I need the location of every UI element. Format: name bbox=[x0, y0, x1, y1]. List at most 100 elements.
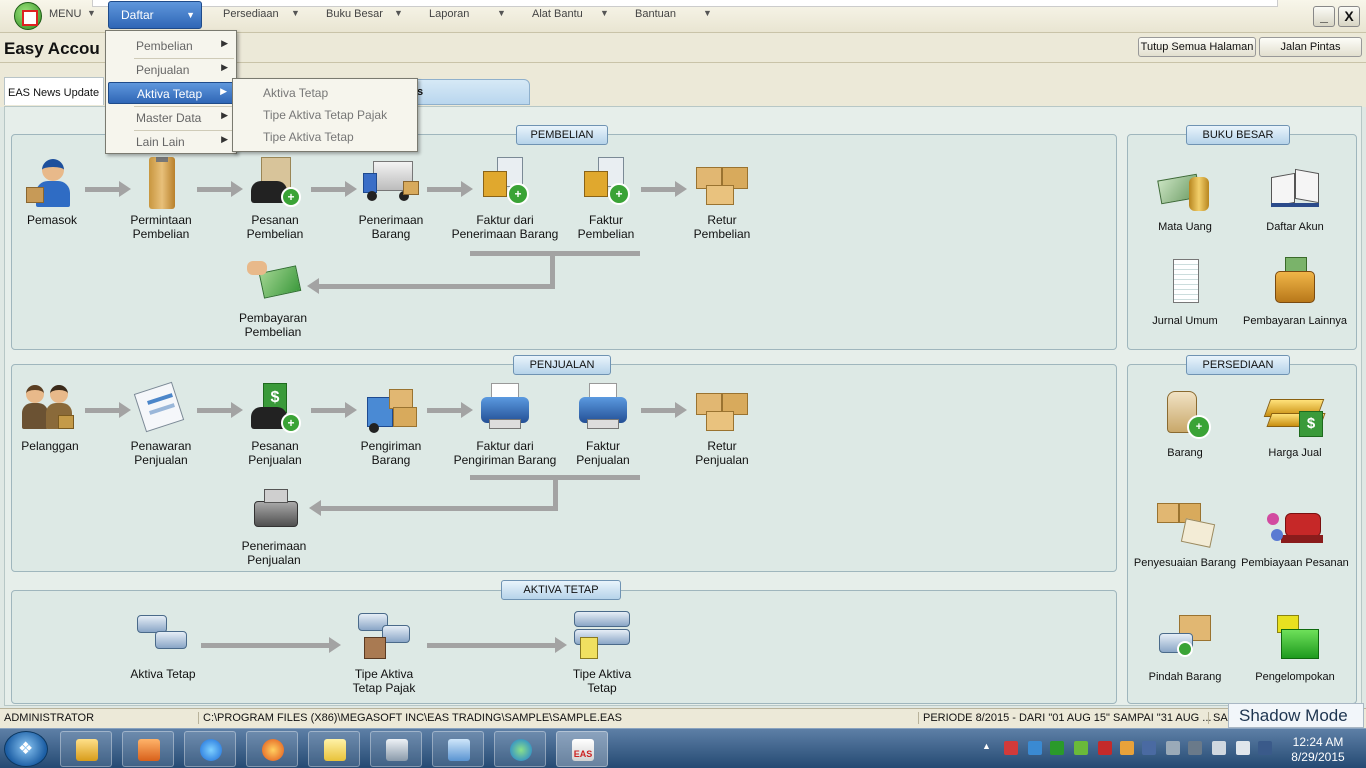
node-retur-pembelian[interactable]: Retur Pembelian bbox=[657, 157, 787, 241]
item-label: Pembiayaan Pesanan bbox=[1241, 557, 1349, 569]
close-button[interactable]: X bbox=[1338, 6, 1360, 27]
node-retur-penjualan[interactable]: Retur Penjualan bbox=[657, 383, 787, 467]
submenu-item-aktiva-tetap[interactable]: Aktiva Tetap bbox=[263, 86, 328, 100]
taskbar-notes-icon[interactable] bbox=[308, 731, 360, 767]
adjust-boxes-icon bbox=[1157, 499, 1216, 551]
dropdown-item-pembelian[interactable]: Pembelian ▶ bbox=[108, 35, 234, 57]
item-pembayaran-lainnya[interactable]: Pembayaran Lainnya bbox=[1239, 257, 1351, 327]
tray-sync-icon[interactable] bbox=[1258, 741, 1272, 755]
item-pindah-barang[interactable]: Pindah Barang bbox=[1129, 613, 1241, 683]
printer-icon bbox=[477, 383, 533, 435]
node-tipe-aktiva-tetap[interactable]: Tipe Aktiva Tetap bbox=[537, 611, 667, 695]
tray-drive-icon[interactable] bbox=[1188, 741, 1202, 755]
taskbar-firefox-icon[interactable] bbox=[246, 731, 298, 767]
node-pesanan-pembelian[interactable]: + Pesanan Pembelian bbox=[210, 157, 340, 241]
taskbar-clock[interactable]: 12:24 AM 8/29/2015 bbox=[1284, 735, 1352, 765]
item-mata-uang[interactable]: Mata Uang bbox=[1129, 163, 1241, 233]
taskbar-explorer-icon[interactable] bbox=[60, 731, 112, 767]
taskbar-ie-icon[interactable] bbox=[184, 731, 236, 767]
invoice-calculator-icon: + bbox=[477, 157, 533, 209]
node-label: Retur Pembelian bbox=[693, 213, 751, 241]
taskbar-remote-desktop-icon[interactable] bbox=[370, 731, 422, 767]
chevron-down-icon[interactable]: ▼ bbox=[497, 8, 506, 18]
tray-volume-icon[interactable] bbox=[1236, 741, 1250, 755]
node-tipe-aktiva-tetap-pajak[interactable]: Tipe Aktiva Tetap Pajak bbox=[319, 611, 449, 695]
item-pembiayaan-pesanan[interactable]: Pembiayaan Pesanan bbox=[1239, 499, 1351, 569]
chevron-down-icon[interactable]: ▼ bbox=[87, 8, 96, 18]
chevron-right-icon: ▶ bbox=[221, 62, 228, 72]
chevron-down-icon[interactable]: ▼ bbox=[394, 8, 403, 18]
chevron-down-icon[interactable]: ▼ bbox=[600, 8, 609, 18]
node-permintaan-pembelian[interactable]: Permintaan Pembelian bbox=[96, 157, 226, 241]
chevron-down-icon[interactable]: ▼ bbox=[703, 8, 712, 18]
menu-laporan[interactable]: Laporan bbox=[429, 8, 469, 20]
node-pengiriman-barang[interactable]: Pengiriman Barang bbox=[326, 383, 456, 467]
close-all-pages-button[interactable]: Tutup Semua Halaman bbox=[1138, 37, 1256, 57]
app-logo-icon[interactable] bbox=[14, 2, 42, 30]
item-penyesuaian-barang[interactable]: Penyesuaian Barang bbox=[1129, 499, 1241, 569]
dropdown-item-label: Pembelian bbox=[136, 39, 193, 53]
dropdown-item-aktiva-tetap[interactable]: Aktiva Tetap ▶ bbox=[108, 82, 234, 104]
dropdown-item-label: Penjualan bbox=[136, 63, 190, 77]
taskbar-app-icon[interactable] bbox=[432, 731, 484, 767]
menu-persediaan[interactable]: Persediaan bbox=[223, 8, 279, 20]
tray-audio-app-icon[interactable] bbox=[1120, 741, 1134, 755]
taskbar-globe-icon[interactable] bbox=[494, 731, 546, 767]
dropdown-item-lain-lain[interactable]: Lain Lain ▶ bbox=[108, 131, 234, 153]
submenu-item-tipe-aktiva-tetap[interactable]: Tipe Aktiva Tetap bbox=[263, 130, 354, 144]
tab-news-update[interactable]: EAS News Update bbox=[4, 77, 104, 105]
status-path: C:\PROGRAM FILES (X86)\MEGASOFT INC\EAS … bbox=[198, 712, 622, 724]
node-pembayaran-pembelian[interactable]: Pembayaran Pembelian bbox=[208, 255, 338, 339]
node-faktur-pembelian[interactable]: + Faktur Pembelian bbox=[541, 157, 671, 241]
connector-line bbox=[470, 251, 640, 256]
chevron-down-icon[interactable]: ▼ bbox=[291, 8, 300, 18]
tray-device-icon[interactable] bbox=[1166, 741, 1180, 755]
dropdown-item-penjualan[interactable]: Penjualan ▶ bbox=[108, 59, 234, 81]
item-barang[interactable]: + Barang bbox=[1129, 389, 1241, 459]
submenu-item-tipe-aktiva-tetap-pajak[interactable]: Tipe Aktiva Tetap Pajak bbox=[263, 108, 387, 122]
tray-monitor-icon[interactable] bbox=[1212, 741, 1226, 755]
daftar-dropdown: Pembelian ▶ Penjualan ▶ Aktiva Tetap ▶ Mast… bbox=[105, 30, 237, 154]
tray-expand-icon[interactable]: ▲ bbox=[982, 741, 996, 755]
shortcut-button[interactable]: Jalan Pintas bbox=[1259, 37, 1362, 57]
tray-network-icon[interactable] bbox=[1028, 741, 1042, 755]
sewing-machine-icon bbox=[1267, 499, 1323, 551]
dropdown-item-master-data[interactable]: Master Data ▶ bbox=[108, 107, 234, 129]
minimize-button[interactable]: _ bbox=[1313, 6, 1335, 27]
node-faktur-penjualan[interactable]: Faktur Penjualan bbox=[538, 383, 668, 467]
node-penawaran-penjualan[interactable]: Penawaran Penjualan bbox=[96, 381, 226, 467]
tray-update-icon[interactable] bbox=[1074, 741, 1088, 755]
node-penerimaan-penjualan[interactable]: Penerimaan Penjualan bbox=[209, 483, 339, 567]
clipboard-icon bbox=[133, 157, 189, 209]
payment-money-icon bbox=[245, 255, 302, 307]
node-label: Penerimaan Penjualan bbox=[241, 539, 307, 567]
shadow-mode-badge[interactable]: Shadow Mode bbox=[1228, 703, 1364, 728]
main-menubar: MENU ▼ Daftar ▼ Persediaan ▼ Buku Besar ▼… bbox=[0, 0, 1366, 33]
aktiva-tetap-submenu: Aktiva Tetap Tipe Aktiva Tetap Pajak Tip… bbox=[232, 78, 418, 152]
truck-icon bbox=[363, 157, 419, 209]
item-jurnal-umum[interactable]: Jurnal Umum bbox=[1129, 257, 1241, 327]
tray-shield-icon[interactable] bbox=[1098, 741, 1112, 755]
tray-flag-icon[interactable] bbox=[1004, 741, 1018, 755]
item-daftar-akun[interactable]: Daftar Akun bbox=[1239, 163, 1351, 233]
menu-bantuan[interactable]: Bantuan bbox=[635, 8, 676, 20]
item-label: Pindah Barang bbox=[1148, 671, 1222, 683]
node-pesanan-penjualan[interactable]: $ + Pesanan Penjualan bbox=[210, 383, 340, 467]
node-penerimaan-barang[interactable]: Penerimaan Barang bbox=[326, 157, 456, 241]
start-button[interactable] bbox=[4, 731, 48, 767]
menu-daftar[interactable]: Daftar ▼ bbox=[108, 1, 202, 29]
taskbar: EAS ▲ 12:24 AM 8/29/2015 bbox=[0, 728, 1366, 768]
taskbar-media-player-icon[interactable] bbox=[122, 731, 174, 767]
printer-icon bbox=[575, 383, 631, 435]
item-harga-jual[interactable]: $ Harga Jual bbox=[1239, 389, 1351, 459]
menu-alat-bantu[interactable]: Alat Bantu bbox=[532, 8, 583, 20]
item-pengelompokan[interactable]: Pengelompokan bbox=[1239, 613, 1351, 683]
menu-button[interactable]: MENU bbox=[49, 8, 81, 20]
tray-check-icon[interactable] bbox=[1050, 741, 1064, 755]
menu-buku-besar[interactable]: Buku Besar bbox=[326, 8, 383, 20]
status-user: ADMINISTRATOR bbox=[4, 712, 95, 724]
item-label: Harga Jual bbox=[1268, 447, 1322, 459]
taskbar-eas-icon[interactable]: EAS bbox=[556, 731, 608, 767]
panel-title-pembelian: PEMBELIAN bbox=[516, 125, 608, 145]
tray-bluetooth-icon[interactable] bbox=[1142, 741, 1156, 755]
